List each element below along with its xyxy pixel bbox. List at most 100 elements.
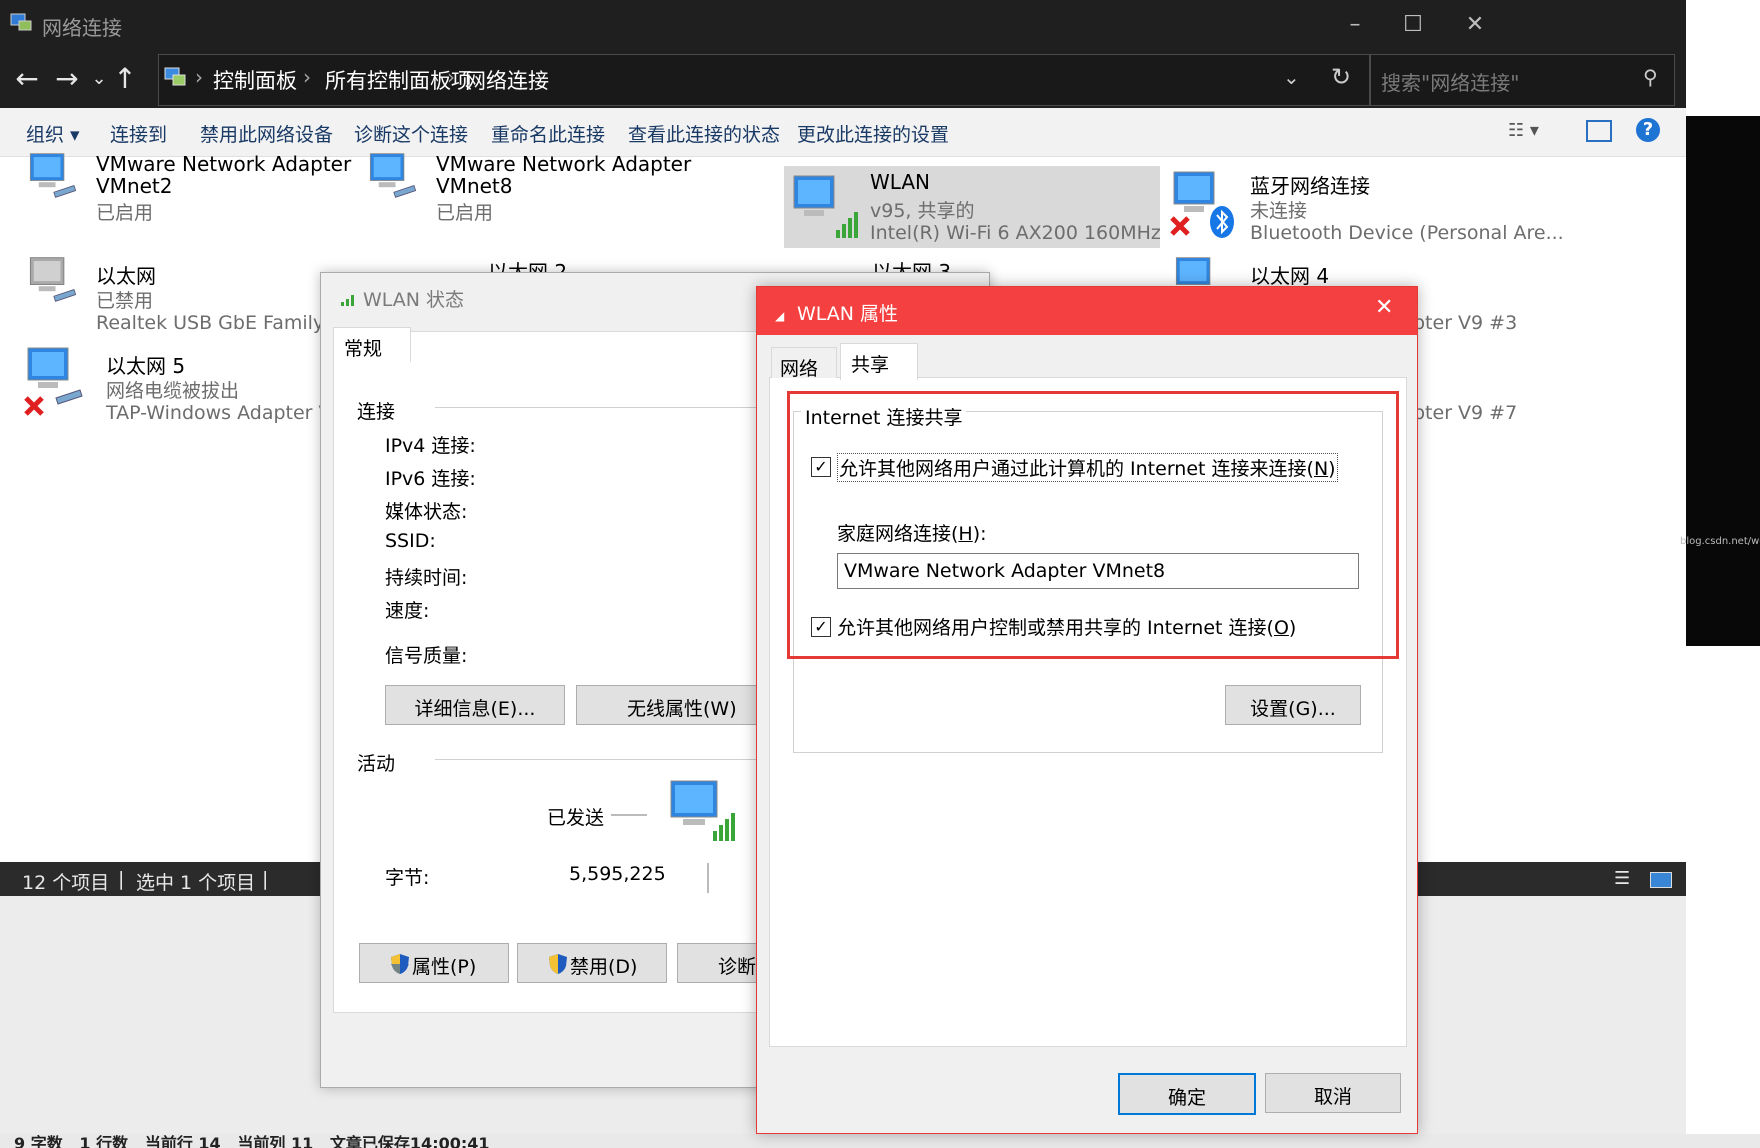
close-icon[interactable]: ✕	[1375, 295, 1393, 320]
title-bar: 网络连接 – ☐ ✕	[0, 0, 1686, 48]
item-name: 以太网 4	[1250, 264, 1330, 288]
tab-general[interactable]: 常规	[333, 327, 411, 362]
breadcrumb-control-panel[interactable]: 控制面板	[213, 65, 297, 95]
allow-control-checkbox[interactable]: ✓ 允许其他网络用户控制或禁用共享的 Internet 连接(O)	[811, 613, 1341, 639]
connect-to-button[interactable]: 连接到	[110, 120, 167, 147]
maximize-button[interactable]: ☐	[1398, 10, 1428, 40]
network-item-ethernet[interactable]: 以太网 已禁用 Realtek USB GbE Family C	[24, 256, 343, 338]
breadcrumb-separator: ›	[195, 65, 203, 89]
help-icon[interactable]: ?	[1636, 118, 1660, 142]
ssid-label: SSID:	[385, 530, 436, 552]
diagnose-button-label: 诊断	[718, 956, 757, 978]
back-arrow-icon[interactable]: ←	[10, 62, 44, 96]
ethernet-adapter-icon	[24, 256, 82, 312]
disable-button[interactable]: 禁用(D)	[517, 943, 667, 983]
dialog-title: WLAN 属性	[797, 303, 899, 325]
minimize-button[interactable]: –	[1340, 10, 1370, 40]
allow-sharing-check: ✓	[811, 457, 831, 477]
breadcrumb-network-connections[interactable]: 网络连接	[465, 65, 549, 95]
organize-menu[interactable]: 组织 ▾	[26, 120, 80, 147]
properties-button[interactable]: 属性(P)	[359, 943, 509, 983]
item-status: 网络电缆被拔出	[106, 380, 240, 402]
background-window: blog.csdn.net/wei	[1680, 116, 1760, 646]
view-status-button[interactable]: 查看此连接的状态	[628, 120, 780, 147]
item-name: 以太网 3	[872, 260, 952, 272]
tab-network-label: 网络	[780, 358, 819, 380]
network-item-wlan-selected[interactable]: WLAN v95, 共享的 Intel(R) Wi-Fi 6 AX200 160…	[784, 166, 1161, 248]
speed-label: 速度:	[385, 600, 430, 622]
allow-control-check: ✓	[811, 617, 831, 637]
up-arrow-icon[interactable]: ↑	[108, 62, 142, 96]
item-device: pter V9 #7	[1413, 402, 1518, 424]
properties-button-label: 属性(P)	[412, 956, 477, 978]
ics-group-title: Internet 连接共享	[801, 403, 967, 430]
network-adapter-icon	[364, 152, 422, 208]
uac-shield-icon	[390, 953, 410, 980]
breadcrumb-separator: ›	[447, 65, 455, 89]
home-connection-select[interactable]: VMware Network Adapter VMnet8	[837, 553, 1359, 589]
allow-control-key: O	[1273, 617, 1289, 639]
address-dropdown-icon[interactable]: ⌄	[1283, 65, 1300, 89]
item-device: Intel(R) Wi-Fi 6 AX200 160MHz	[870, 222, 1161, 244]
item-status: 未连接	[1250, 200, 1308, 222]
uac-shield-icon	[548, 953, 568, 980]
diagnose-button[interactable]: 诊断这个连接	[354, 120, 468, 147]
allow-sharing-checkbox[interactable]: ✓ 允许其他网络用户通过此计算机的 Internet 连接来连接(N)	[811, 453, 1341, 482]
status-divider: |	[118, 868, 125, 890]
details-button[interactable]: 详细信息(E)...	[385, 685, 565, 725]
tab-sharing[interactable]: 共享	[840, 343, 918, 380]
item-name: WLAN	[870, 170, 931, 194]
change-settings-button[interactable]: 更改此连接的设置	[797, 120, 949, 147]
network-item-ethernet-3[interactable]: 以太网 3	[790, 256, 990, 272]
view-options-icon[interactable]: ☷ ▾	[1508, 120, 1539, 141]
settings-button-label: 设置(G)...	[1250, 698, 1336, 720]
settings-button[interactable]: 设置(G)...	[1225, 685, 1361, 725]
item-name: VMware Network Adapter	[436, 152, 692, 176]
close-button[interactable]: ✕	[1460, 10, 1490, 40]
rename-button[interactable]: 重命名此连接	[491, 120, 605, 147]
item-status: 已启用	[436, 202, 494, 224]
wireless-properties-button[interactable]: 无线属性(W)	[576, 685, 778, 725]
sent-label: 已发送	[547, 807, 605, 829]
item-name: VMware Network Adapter	[96, 152, 352, 176]
disconnected-adapter-icon	[24, 346, 86, 420]
window-title: 网络连接	[42, 16, 122, 40]
network-item-vmnet8[interactable]: VMware Network Adapter VMnet8 已启用	[364, 152, 691, 232]
preview-pane-icon[interactable]	[1586, 120, 1612, 142]
home-connection-label: 家庭网络连接(H):	[837, 519, 987, 546]
wireless-properties-label: 无线属性(W)	[627, 698, 737, 720]
network-item-bluetooth[interactable]: 蓝牙网络连接 未连接 Bluetooth Device (Personal Ar…	[1170, 166, 1570, 248]
search-icon: ⚲	[1643, 65, 1658, 89]
ipv4-label: IPv4 连接:	[385, 435, 476, 457]
disable-device-button[interactable]: 禁用此网络设备	[200, 120, 333, 147]
network-item-tap-7[interactable]: pter V9 #7	[1413, 402, 1573, 428]
refresh-icon[interactable]: ↻	[1331, 63, 1351, 91]
activity-section-label: 活动	[357, 753, 396, 775]
ok-button[interactable]: 确定	[1118, 1073, 1256, 1115]
address-bar[interactable]: › 控制面板 › 所有控制面板项 › 网络连接 ⌄ ↻	[158, 54, 1370, 106]
tab-network[interactable]: 网络	[771, 347, 837, 380]
allow-control-label: 允许其他网络用户控制或禁用共享的 Internet 连接(O)	[837, 617, 1297, 639]
large-icons-view-icon[interactable]	[1650, 872, 1672, 888]
cancel-button[interactable]: 取消	[1265, 1073, 1401, 1113]
tab-sharing-label: 共享	[851, 354, 890, 376]
item-name: 以太网 2	[488, 260, 568, 272]
command-bar: 组织 ▾ 连接到 禁用此网络设备 诊断这个连接 重命名此连接 查看此连接的状态 …	[0, 108, 1686, 157]
bluetooth-adapter-icon	[1170, 170, 1240, 244]
activity-computer-icon	[669, 779, 741, 847]
editor-status-text: 9 字数 1 行数 当前行 14 当前列 11 文章已保存14:00:41	[14, 1134, 490, 1148]
network-item-vmnet2[interactable]: VMware Network Adapter VMnet2 已启用	[24, 152, 351, 232]
item-name: 以太网 5	[106, 354, 186, 378]
details-view-icon[interactable]: ☰	[1614, 868, 1630, 889]
network-item-ethernet-2[interactable]: 以太网 2	[404, 256, 604, 272]
dialog-title: WLAN 状态	[363, 289, 465, 311]
allow-sharing-key: N	[1313, 458, 1329, 480]
bytes-label: 字节:	[385, 867, 430, 889]
item-status: 已启用	[96, 202, 154, 224]
watermark-text: blog.csdn.net/wei	[1680, 536, 1760, 547]
search-input[interactable]: 搜索"网络连接" ⚲	[1370, 54, 1675, 106]
dialog-header: ◢ WLAN 属性 ✕	[757, 287, 1417, 335]
sent-line	[611, 814, 647, 816]
forward-arrow-icon[interactable]: →	[50, 62, 84, 96]
network-item-ethernet-5[interactable]: 以太网 5 网络电缆被拔出 TAP-Windows Adapter V	[24, 346, 332, 428]
